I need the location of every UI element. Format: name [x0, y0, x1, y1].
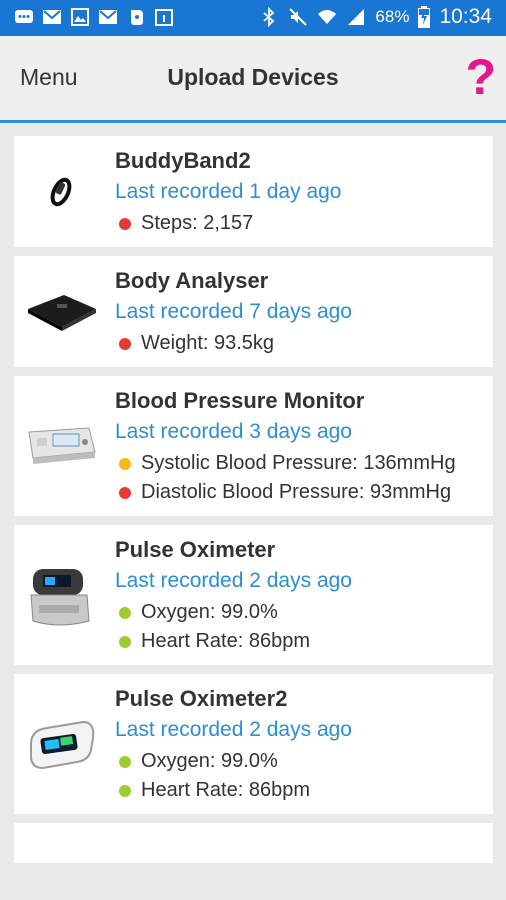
device-card-blood-pressure-monitor[interactable]: Blood Pressure Monitor Last recorded 3 d… [14, 376, 493, 516]
image-icon [71, 8, 89, 26]
reading-row: Steps: 2,157 [115, 210, 481, 237]
system-icons: 68% 10:34 [259, 5, 492, 29]
fitness-band-icon [22, 153, 100, 231]
reading-row: Oxygen: 99.0% [115, 748, 481, 775]
app-header: Menu Upload Devices ? [0, 36, 506, 123]
reading-text: Steps: 2,157 [141, 212, 254, 234]
scale-icon [22, 273, 100, 351]
blood-pressure-monitor-icon [22, 407, 100, 485]
calendar-icon [155, 9, 173, 26]
status-dot [119, 487, 131, 499]
battery-icon [418, 6, 431, 28]
device-card-partial[interactable] [14, 823, 493, 863]
reading-text: Heart Rate: 86bpm [141, 630, 310, 652]
help-button[interactable]: ? [465, 52, 496, 102]
status-dot [119, 756, 131, 768]
reading-row: Weight: 93.5kg [115, 330, 481, 357]
clock: 10:34 [439, 5, 492, 28]
notification-icons [14, 7, 174, 27]
status-dot [119, 785, 131, 797]
last-recorded: Last recorded 3 days ago [115, 420, 352, 443]
evernote-icon [131, 10, 143, 25]
last-recorded: Last recorded 7 days ago [115, 300, 352, 323]
device-name: Pulse Oximeter [115, 537, 276, 562]
signal-icon [348, 9, 365, 25]
last-recorded: Last recorded 2 days ago [115, 569, 352, 592]
status-bar: 68% 10:34 [0, 0, 506, 36]
last-recorded: Last recorded 2 days ago [115, 718, 352, 741]
status-dot [119, 338, 131, 350]
reading-row: Diastolic Blood Pressure: 93mmHg [115, 479, 481, 506]
device-name: Body Analyser [115, 268, 269, 293]
chat-icon [15, 10, 33, 23]
reading-text: Oxygen: 99.0% [141, 601, 278, 623]
page-title: Upload Devices [167, 64, 339, 90]
device-card-body-analyser[interactable]: Body Analyser Last recorded 7 days ago W… [14, 256, 493, 367]
reading-text: Systolic Blood Pressure: 136mmHg [141, 452, 456, 474]
device-name: Pulse Oximeter2 [115, 686, 288, 711]
reading-text: Heart Rate: 86bpm [141, 779, 310, 801]
pulse-oximeter-icon [22, 556, 100, 634]
status-dot [119, 458, 131, 470]
status-dot [119, 607, 131, 619]
last-recorded: Last recorded 1 day ago [115, 180, 342, 203]
reading-row: Systolic Blood Pressure: 136mmHg [115, 450, 481, 477]
bluetooth-icon [263, 7, 275, 27]
device-name: Blood Pressure Monitor [115, 388, 365, 413]
device-name: BuddyBand2 [115, 148, 251, 173]
mail-icon [43, 10, 61, 24]
status-dot [119, 636, 131, 648]
wifi-icon [318, 10, 337, 24]
mute-icon [289, 8, 308, 26]
device-card-pulse-oximeter2[interactable]: Pulse Oximeter2 Last recorded 2 days ago… [14, 674, 493, 814]
reading-row: Heart Rate: 86bpm [115, 777, 481, 804]
reading-text: Oxygen: 99.0% [141, 750, 278, 772]
device-card-buddyband2[interactable]: BuddyBand2 Last recorded 1 day ago Steps… [14, 136, 493, 247]
device-card-pulse-oximeter[interactable]: Pulse Oximeter Last recorded 2 days ago … [14, 525, 493, 665]
battery-percent: 68% [375, 7, 410, 26]
reading-text: Diastolic Blood Pressure: 93mmHg [141, 481, 452, 503]
device-list: BuddyBand2 Last recorded 1 day ago Steps… [14, 136, 493, 872]
reading-row: Oxygen: 99.0% [115, 599, 481, 626]
reading-row: Heart Rate: 86bpm [115, 628, 481, 655]
mail-icon [99, 10, 117, 24]
reading-text: Weight: 93.5kg [141, 332, 275, 354]
pulse-oximeter-icon [22, 705, 100, 783]
status-dot [119, 218, 131, 230]
